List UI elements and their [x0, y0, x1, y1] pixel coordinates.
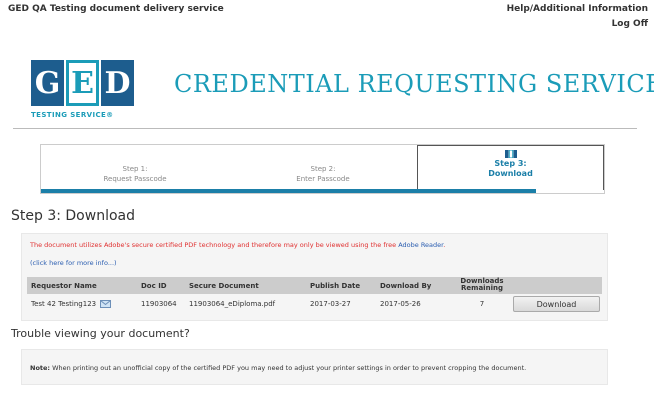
step-3-active: Step 3: Download [417, 145, 604, 190]
logo-letter-g: G [31, 60, 64, 106]
notice-end: . [443, 241, 446, 249]
step-2: Step 2: Enter Passcode [229, 145, 417, 191]
col-publish: Publish Date [310, 282, 361, 290]
ged-logo: G E D TESTING SERVICE® [31, 60, 143, 132]
logoff-link[interactable]: Log Off [612, 19, 648, 29]
trouble-heading: Trouble viewing your document? [11, 327, 190, 340]
cell-requestor: Test 42 Testing123 [31, 300, 112, 308]
download-button[interactable]: Download [513, 296, 600, 312]
table-row: Test 42 Testing123 11903064 11903064_eDi… [27, 296, 602, 314]
step-2-label: Enter Passcode [296, 175, 350, 183]
download-panel: The document utilizes Adobe's secure cer… [21, 233, 608, 321]
logo-letter-d: D [101, 60, 134, 106]
logo-subtitle: TESTING SERVICE® [31, 111, 114, 119]
table-header: Requestor Name Doc ID Secure Document Pu… [27, 277, 602, 294]
progress-bar [41, 189, 537, 193]
col-doc-id: Doc ID [141, 282, 167, 290]
notice-text: The document utilizes Adobe's secure cer… [30, 241, 399, 249]
note-body: When printing out an unofficial copy of … [50, 364, 527, 372]
step-1: Step 1: Request Passcode [41, 145, 229, 191]
requestor-name: Test 42 Testing123 [31, 300, 97, 308]
cell-remaining: 7 [479, 300, 485, 308]
ged-mini-icon [504, 150, 517, 158]
help-link[interactable]: Help/Additional Information [507, 4, 648, 14]
header-divider [13, 128, 637, 129]
cell-doc-id: 11903064 [141, 300, 177, 308]
cell-secure-doc: 11903064_eDiploma.pdf [189, 300, 276, 308]
section-heading: Step 3: Download [11, 208, 135, 224]
col-download-by: Download By [380, 282, 432, 290]
note-label: Note: [30, 364, 51, 372]
cell-download-by: 2017-05-26 [380, 300, 421, 308]
logo-letters: G E D [31, 60, 143, 106]
site-name: GED QA Testing document delivery service [8, 4, 224, 14]
top-bar: GED QA Testing document delivery service… [0, 0, 654, 36]
col-secure-doc: Secure Document [189, 282, 259, 290]
col-requestor: Requestor Name [31, 282, 97, 290]
step-1-number: Step 1: [122, 165, 148, 173]
cell-publish: 2017-03-27 [310, 300, 351, 308]
col-remaining-line2: Remaining [461, 284, 503, 292]
step-1-label: Request Passcode [103, 175, 167, 183]
adobe-notice: The document utilizes Adobe's secure cer… [30, 241, 445, 249]
adobe-reader-link[interactable]: Adobe Reader [398, 241, 443, 249]
step-3-label: Download [488, 169, 533, 178]
logo-letter-e: E [66, 60, 99, 106]
email-icon[interactable] [100, 300, 112, 308]
note-panel: Note: When printing out an unofficial co… [21, 349, 608, 385]
col-remaining: Downloads Remaining [457, 277, 507, 292]
step-3-number: Step 3: [494, 159, 527, 168]
more-info-link[interactable]: (click here for more info...) [30, 259, 117, 267]
step-progress: Step 1: Request Passcode Step 2: Enter P… [40, 144, 605, 194]
page-title: CREDENTIAL REQUESTING SERVICE [174, 70, 654, 98]
printing-note: Note: When printing out an unofficial co… [30, 364, 526, 372]
step-2-number: Step 2: [310, 165, 336, 173]
